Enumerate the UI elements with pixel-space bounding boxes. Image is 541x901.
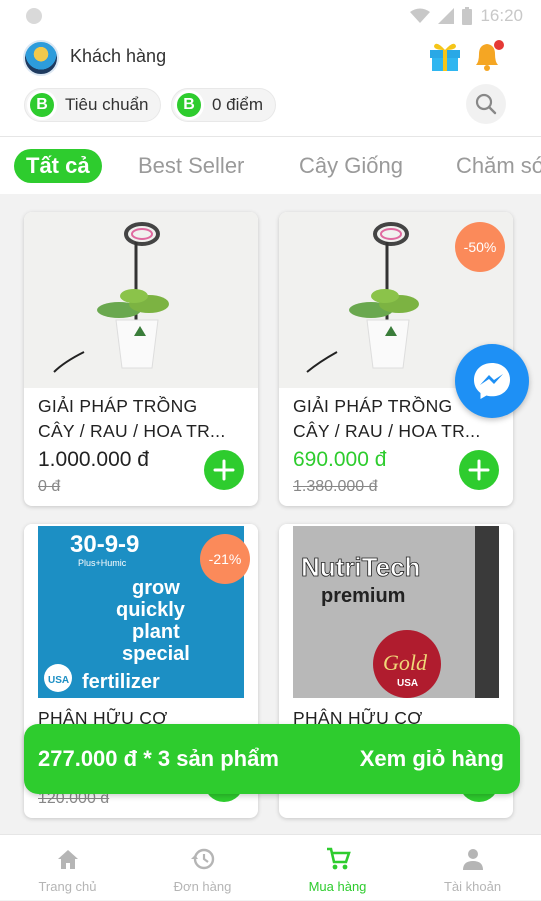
cart-summary: 277.000 đ * 3 sản phẩm [38,746,279,771]
bag-text: special [122,643,190,665]
product-image [24,212,258,388]
product-image: NutriTech premium Gold USA [279,524,513,700]
nav-item-orders[interactable]: Đơn hàng [135,835,270,901]
points-badge: B [174,90,204,120]
add-to-cart-button[interactable] [204,450,244,490]
product-title-line2: CÂY / RAU / HOA TR... [293,421,481,441]
nav-item-account[interactable]: Tài khoản [405,835,540,901]
discount-badge: -50% [455,222,505,272]
product-price: 1.000.000 đ [38,448,149,471]
nav-item-home[interactable]: Trang chủ [0,835,135,901]
nav-label: Đơn hàng [173,879,232,894]
search-button[interactable] [466,84,506,124]
bag-text: Plus+Humic [78,558,127,568]
view-cart-button[interactable]: Xem giỏ hàng [360,746,504,772]
tier-chip[interactable]: B Tiêu chuẩn [24,88,162,122]
history-icon [190,848,214,870]
discount-badge: -21% [200,534,250,584]
bag-text: 30-9-9 [70,531,139,558]
tab-best-seller[interactable]: Best Seller [138,149,244,183]
product-card[interactable]: GIẢI PHÁP TRỒNG CÂY / RAU / HOA TR... 1.… [24,212,258,506]
bag-text: quickly [116,599,186,621]
product-old-price: 0 đ [38,478,61,495]
product-price: 690.000 đ [293,448,387,471]
bottom-nav: Trang chủ Đơn hàng Mua hàng Tài khoản [0,834,541,900]
status-bar: 16:20 [0,0,541,32]
bag-text: grow [132,577,180,599]
bag-text: fertilizer [82,671,160,693]
status-icons: 16:20 [410,4,523,28]
wifi-icon [410,8,431,23]
messenger-button[interactable] [455,344,529,418]
plus-icon [213,459,235,481]
product-old-price: 1.380.000 đ [293,478,378,495]
cart-bar[interactable]: 277.000 đ * 3 sản phẩm Xem giỏ hàng [24,724,520,794]
product-title-line1: GIẢI PHÁP TRỒNG [38,396,198,416]
bag-text: NutriTech [301,552,420,582]
bag-text: Gold [383,650,428,675]
person-icon [462,849,483,870]
user-name: Khách hàng [70,46,167,66]
tab-cham-soc[interactable]: Chăm sóc [456,149,541,183]
home-icon [57,850,78,869]
add-to-cart-button[interactable] [459,450,499,490]
notification-dot-icon [26,8,42,24]
plus-icon [468,459,490,481]
bag-text: USA [48,675,69,686]
nav-label: Tài khoản [443,879,502,894]
tier-badge: B [27,90,57,120]
signal-icon [438,8,455,24]
product-title: GIẢI PHÁP TRỒNG CÂY / RAU / HOA TR... [38,394,246,444]
bag-text: premium [321,585,405,607]
bag-text: USA [397,678,418,689]
avatar[interactable] [23,40,59,76]
tab-cay-giong[interactable]: Cây Giống [299,149,403,183]
cart-icon [326,847,351,870]
points-chip[interactable]: B 0 điểm [171,88,277,122]
tab-all[interactable]: Tất cả [14,149,102,183]
points-label: 0 điểm [212,95,264,114]
nav-label: Mua hàng [308,879,367,894]
gift-icon[interactable] [428,40,462,72]
status-time: 16:20 [480,6,523,25]
product-title-line2: CÂY / RAU / HOA TR... [38,421,226,441]
search-icon [475,93,497,115]
header: Khách hàng B Tiêu chuẩn B 0 điểm [0,32,541,136]
bag-text: plant [132,621,180,643]
messenger-icon [474,363,510,399]
battery-icon [462,7,473,25]
tier-label: Tiêu chuẩn [65,95,149,114]
category-tabs: Tất cả Best Seller Cây Giống Chăm sóc [0,136,541,194]
nav-item-shop[interactable]: Mua hàng [270,835,405,901]
bell-icon[interactable] [470,38,506,74]
nav-label: Trang chủ [38,879,97,894]
